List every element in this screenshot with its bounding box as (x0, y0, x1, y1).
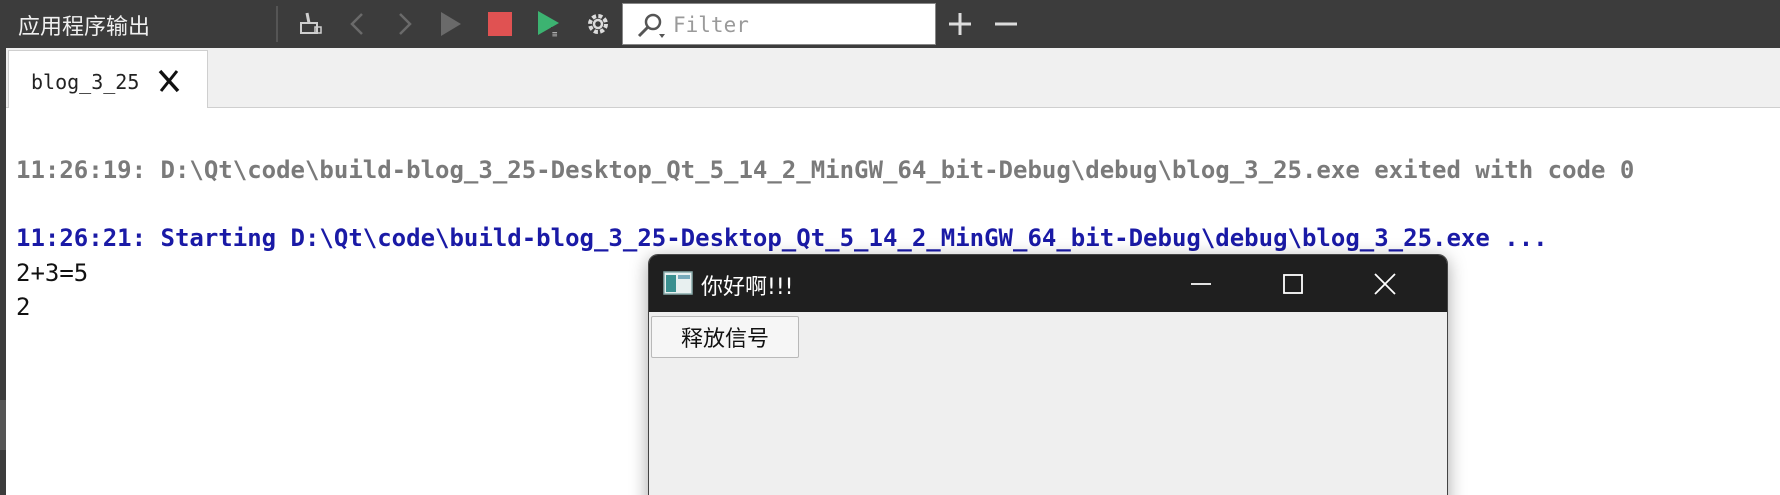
zoom-in-button[interactable] (942, 6, 978, 42)
close-icon (1374, 273, 1396, 295)
tab-blog-3-25[interactable]: blog_3_25 (8, 50, 208, 108)
left-edge-marker (0, 400, 6, 450)
toolbar-separator (276, 6, 278, 42)
clear-icon (300, 12, 322, 34)
release-signal-button[interactable]: 释放信号 (651, 316, 799, 358)
settings-icon (588, 14, 608, 34)
minimize-icon (1191, 283, 1211, 285)
close-icon[interactable] (155, 67, 183, 95)
next-icon (399, 13, 412, 35)
zoom-in-icon (949, 13, 971, 35)
debug-run-icon: ≡ (538, 11, 562, 39)
output-line: 2+3=5 (16, 259, 89, 287)
app-icon (663, 271, 693, 295)
debug-run-button[interactable]: ≡ (532, 6, 568, 42)
output-line: 11:26:19: D:\Qt\code\build-blog_3_25-Des… (16, 156, 1635, 184)
prev-icon (350, 13, 363, 35)
window-title: 你好啊!!! (701, 275, 794, 300)
window-titlebar[interactable]: 你好啊!!! (649, 255, 1447, 312)
output-line: 11:26:21: Starting D:\Qt\code\build-blog… (16, 224, 1548, 252)
next-button[interactable] (386, 6, 422, 42)
zoom-out-icon (995, 22, 1017, 26)
output-tab-bar: blog_3_25 (6, 48, 1780, 108)
settings-button[interactable] (580, 6, 616, 42)
app-window: 你好啊!!! 释放信号 (648, 254, 1448, 495)
run-button[interactable] (432, 6, 468, 42)
minimize-button[interactable] (1179, 265, 1223, 303)
output-line: 2 (16, 293, 31, 321)
filter-box (622, 3, 936, 45)
stop-button[interactable] (482, 6, 518, 42)
filter-input[interactable] (673, 11, 928, 39)
stop-icon (488, 12, 512, 36)
previous-button[interactable] (340, 6, 376, 42)
svg-text:≡: ≡ (552, 30, 558, 39)
window-body: 释放信号 (649, 312, 1447, 495)
maximize-button[interactable] (1271, 265, 1315, 303)
search-icon (637, 13, 665, 38)
window-close-button[interactable] (1363, 265, 1407, 303)
maximize-icon (1283, 274, 1303, 294)
panel-title: 应用程序输出 (18, 15, 151, 40)
run-icon (441, 12, 461, 36)
output-toolbar: 应用程序输出 ≡ (0, 0, 1780, 48)
zoom-out-button[interactable] (988, 6, 1024, 42)
clear-button[interactable] (292, 6, 328, 42)
tab-label: blog_3_25 (31, 70, 140, 94)
